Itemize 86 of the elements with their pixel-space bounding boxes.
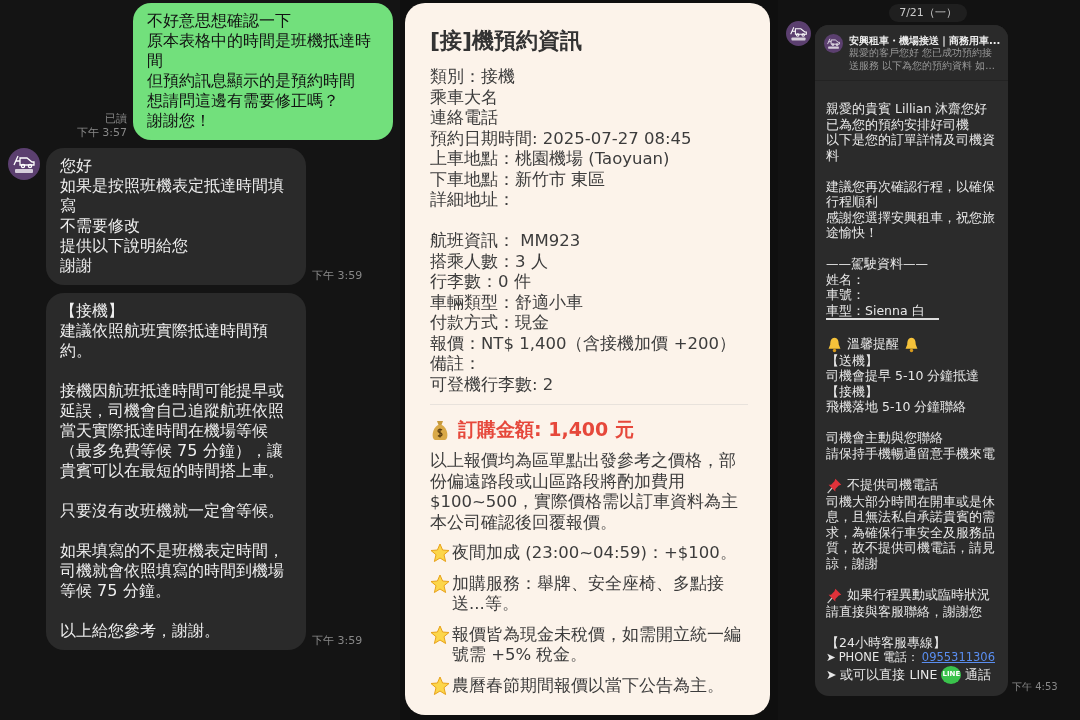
message-time: 下午 3:59 [312, 269, 363, 284]
message-line: 【接機】 [60, 301, 125, 321]
star-icon [430, 543, 450, 563]
section-heading: 【24小時客服專線】 [826, 634, 947, 650]
message-line: 如果是按照班機表定抵達時間填寫 [60, 176, 285, 216]
detail-line: 行李數：0 件 [430, 272, 532, 293]
driver-info-line: 車號： [826, 287, 866, 303]
star-icon [430, 573, 450, 594]
message-line: 【送機】 [826, 352, 879, 368]
detail-line: 預約日期時間: 2025-07-27 08:45 [430, 128, 693, 149]
driver-info-line: 姓名： [826, 271, 866, 287]
order-total: 訂購金額: 1,400 元 [458, 417, 634, 442]
message-line: 以上給您參考，謝謝。 [60, 621, 221, 641]
message-line: 司機大部分時間在開車或是休息，且無法私自承諾貴賓的需求，為確保行車安全及服務品質，故不提供司機電話，請見諒，謝謝 [826, 493, 996, 571]
company-avatar-icon[interactable] [8, 148, 40, 180]
phone-label: PHONE 電話： [838, 650, 919, 666]
detail-line: 車輛類型：舒適小車 [430, 292, 584, 313]
section-heading: 不提供司機電話 [847, 477, 938, 493]
message-line: 感謝您選擇安興租車，祝您旅途愉快！ [826, 209, 996, 241]
message-line: 謝謝 [60, 256, 93, 276]
detail-line: 搭乘人數：3 人 [430, 251, 549, 272]
money-bag-icon [430, 419, 450, 441]
message-line: 接機因航班抵達時間可能提早或延誤，司機會自己追蹤航班依照當天實際抵達時間在機場等候（最多免費等候 75 分鐘），讓貴賓可以在最短的時間搭上車。 [60, 381, 285, 481]
message-line: 不需要修改 [60, 216, 141, 236]
line-contact-text: 或可以直接 LINE [840, 666, 938, 683]
message-line: 原本表格中的時間是班機抵達時間 [147, 31, 372, 71]
phone-link[interactable]: 0955311306 [921, 650, 995, 666]
star-icon [430, 624, 450, 645]
message-line: 以下是您的訂單詳情及司機資料 [826, 132, 996, 163]
message-line: 【接機】 [826, 383, 879, 399]
detail-line: 可登機行李數: 2 [430, 374, 555, 395]
detail-line: 付款方式：現金 [430, 313, 550, 334]
price-note: 農曆春節期間報價以當下公告為主。 [452, 675, 724, 696]
message-line: 建議依照航班實際抵達時間預約。 [60, 321, 269, 361]
message-line: 提供以下說明給您 [60, 236, 189, 256]
preview-title: 安興租車・機場接送｜商務用車... [849, 34, 1001, 47]
detail-line: 報價：NT$ 1,400（含接機加價 +200） [430, 333, 737, 354]
detail-line: 上車地點：桃園機場 (Taoyuan) [430, 149, 671, 170]
detail-line: 下車地點：新竹市 東區 [430, 169, 607, 190]
message-line: 但預約訊息顯示的是預約時間 [147, 71, 356, 91]
message-line: 請直接與客服聯絡，謝謝您 [826, 603, 983, 619]
bell-icon [903, 335, 920, 353]
price-note: 夜間加成 (23:00~04:59)：+$100。 [452, 543, 737, 564]
price-note: 加購服務：舉牌、安全座椅、多點接送...等。 [452, 573, 725, 615]
bell-icon [826, 335, 843, 353]
bullet-arrow: ➤ [826, 650, 836, 666]
message-line: 您好 [60, 156, 93, 176]
message-time: 下午 3:59 [312, 634, 363, 649]
detail-line: 航班資訊： MM923 [430, 231, 582, 252]
message-line: 不好意思想確認一下 [147, 11, 292, 31]
detail-line: 連絡電話 [430, 108, 499, 129]
driver-info-line: 車型：Sienna 白 [826, 302, 925, 318]
link-preview[interactable]: 安興租車・機場接送｜商務用車... 親愛的客戶您好 您已成功預約接送服務 以下為您的預約資料 如... [815, 25, 1008, 81]
company-logo-icon [824, 34, 843, 53]
price-note: 報價皆為現金未稅價，如需開立統一編號需 +5% 稅金。 [452, 624, 742, 666]
message-line: 謝謝您！ [147, 111, 212, 131]
detail-line: 類別：接機 [430, 67, 516, 88]
company-avatar-icon[interactable] [786, 21, 811, 46]
message-line: 司機會提早 5-10 分鐘抵達 [826, 368, 981, 384]
star-icon [430, 675, 450, 696]
message-line: 飛機落地 5-10 分鐘聯絡 [826, 399, 968, 415]
bullet-arrow: ➤ [826, 666, 837, 683]
section-heading: 溫馨提醒 [847, 336, 899, 352]
date-separator: 7/21（一） [889, 4, 967, 22]
pushpin-icon [826, 586, 843, 604]
message-time: 下午 3:57 [76, 126, 127, 140]
message-line: 已為您的預約安排好司機 [826, 116, 970, 132]
detail-line: 詳細地址： [430, 190, 516, 211]
section-heading: ——駕駛資料—— [826, 256, 929, 272]
line-contact-text: 通話 [965, 666, 992, 683]
message-line: 請保持手機暢通留意手機來電 [826, 445, 996, 461]
price-disclaimer: 以上報價均為區單點出發參考之價格，部份偏遠路段或山區路段將酌加費用 $100~500，實際價格需以訂車資料為主本公司確認後回覆報價。 [430, 451, 740, 533]
pushpin-icon [826, 476, 843, 494]
preview-text: 親愛的客戶您好 您已成功預約接送服務 以下為您的預約資料 如... [849, 47, 996, 72]
message-time: 下午 4:53 [1012, 679, 1058, 694]
detail-line: 乘車大名 [430, 87, 499, 108]
detail-line: 備註： [430, 354, 482, 375]
message-line: 親愛的貴賓 Lillian 沐齋您好 [826, 101, 989, 117]
message-line: 司機會主動與您聯絡 [826, 430, 944, 446]
message-line: 建議您再次確認行程，以確保行程順利 [826, 178, 996, 210]
card-title: [接]機預約資訊 [430, 27, 584, 55]
message-line: 只要沒有改班機就一定會等候。 [60, 501, 285, 521]
message-line: 想請問這邊有需要修正嗎？ [147, 91, 340, 111]
message-line: 如果填寫的不是班機表定時間，司機就會依照填寫的時間到機場等候 75 分鐘。 [60, 541, 285, 601]
read-receipt: 已讀 [105, 112, 127, 126]
section-heading: 如果行程異動或臨時狀況 [847, 587, 990, 603]
